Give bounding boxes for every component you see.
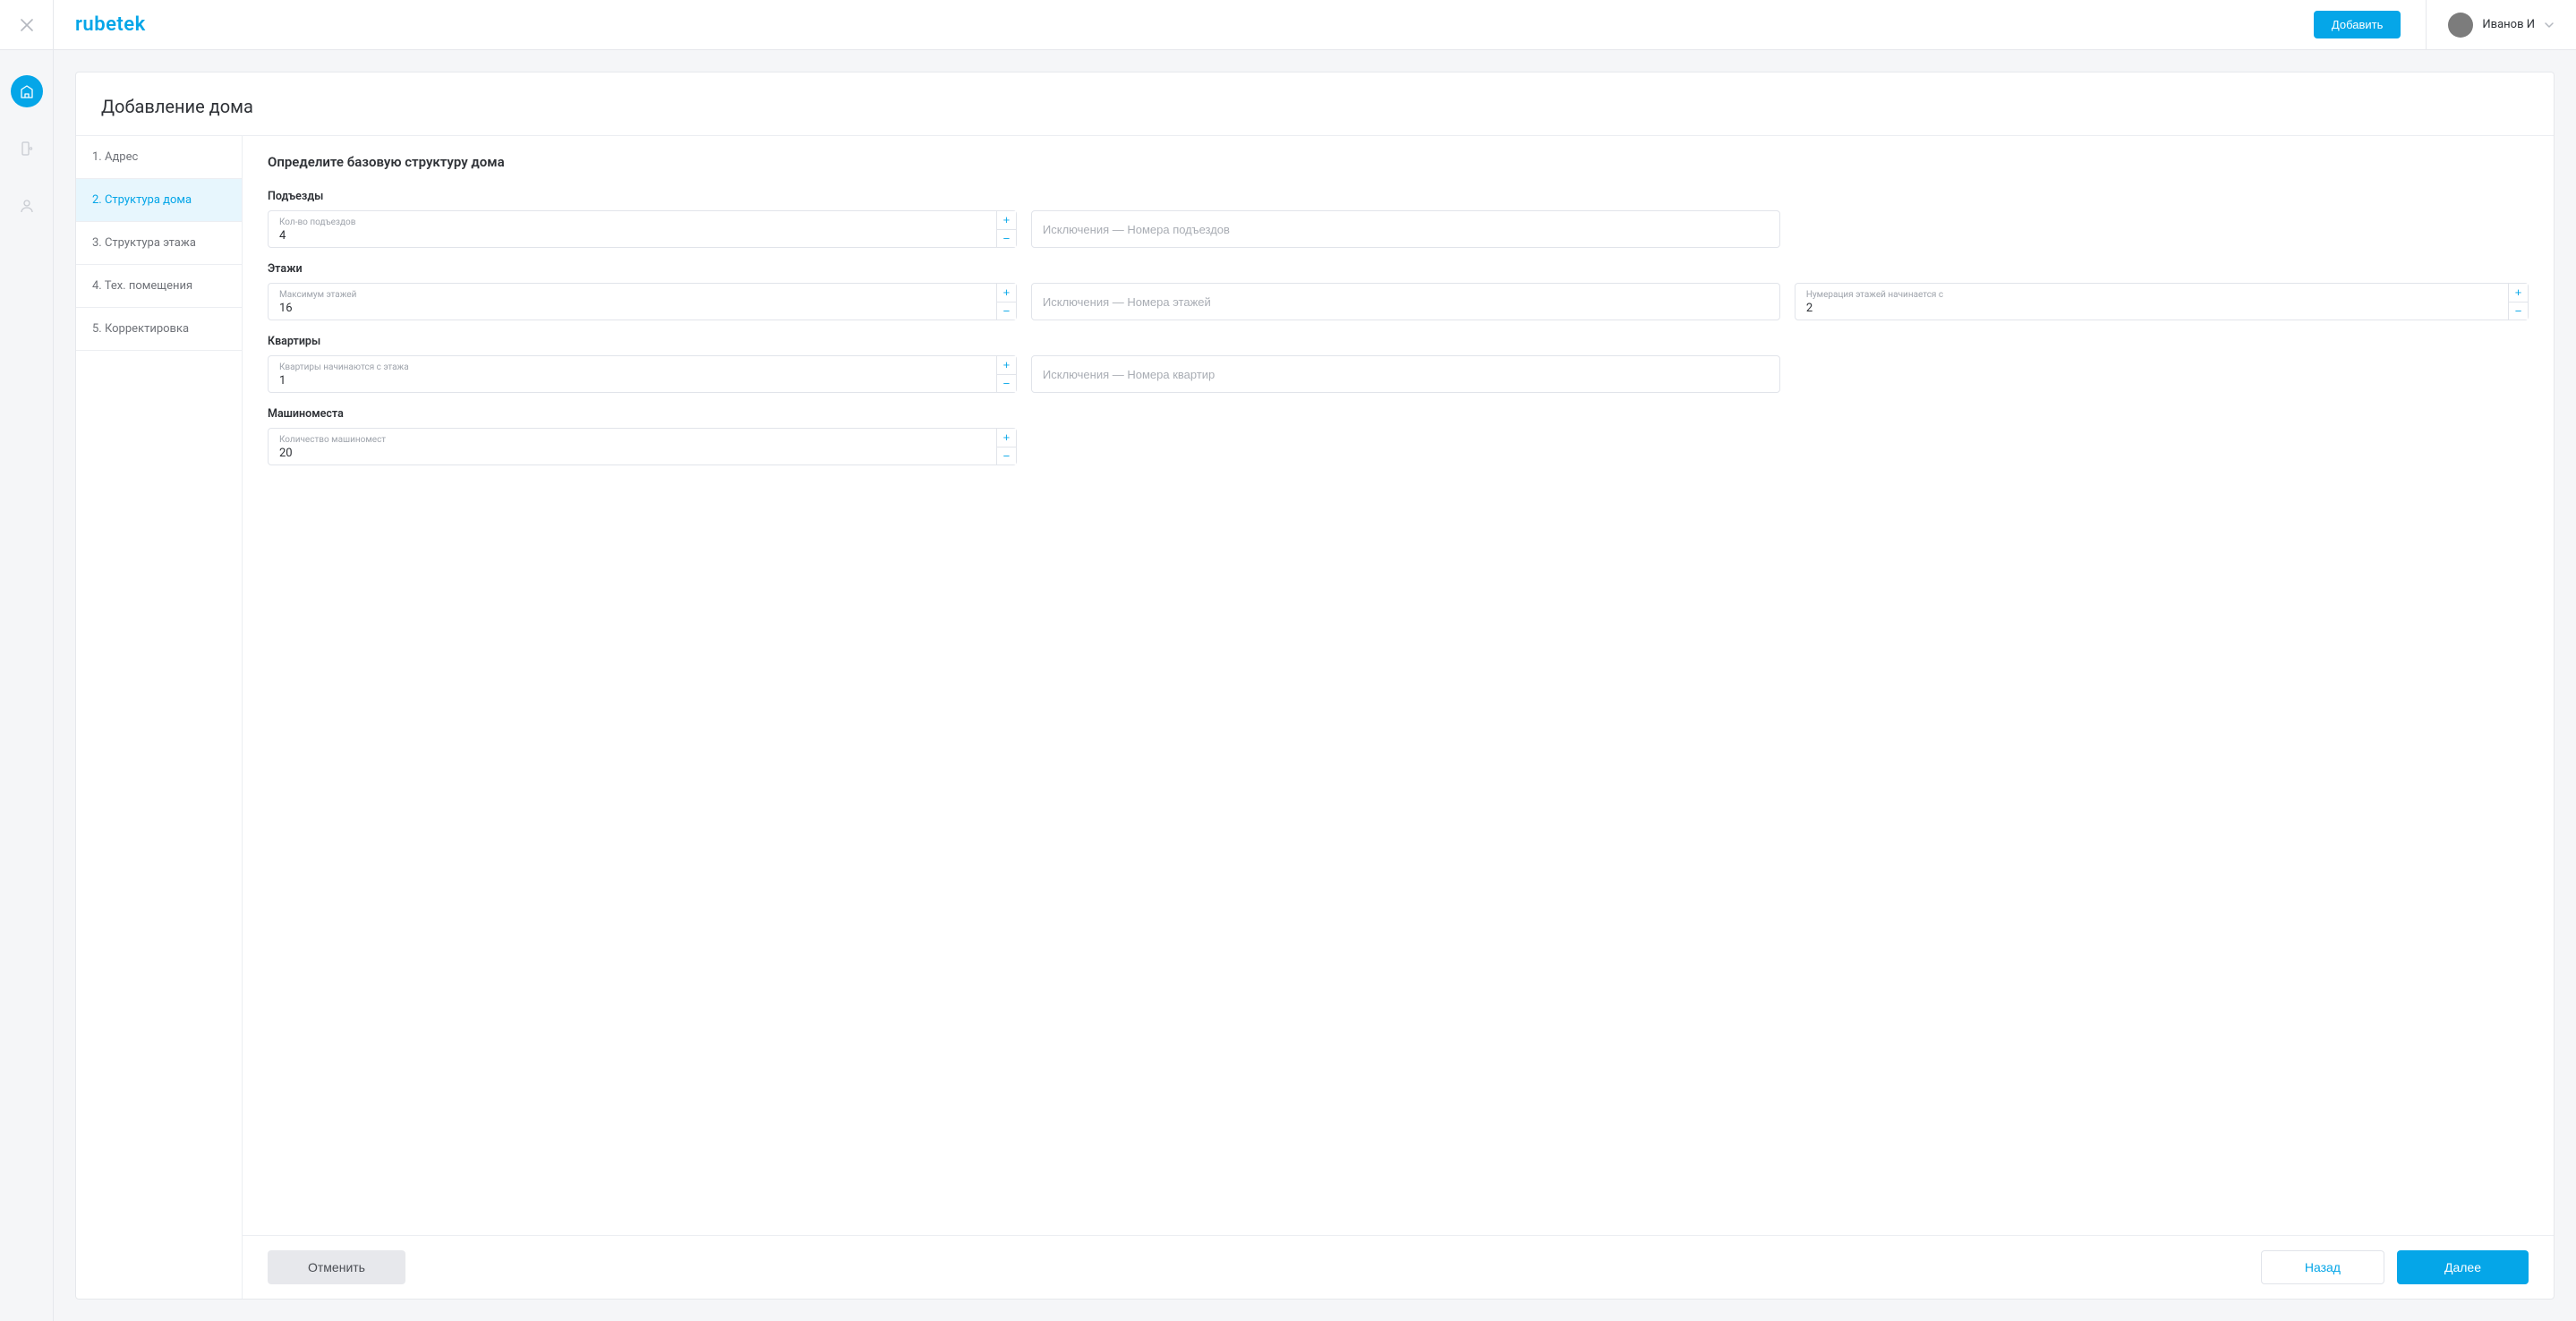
cancel-button[interactable]: Отменить: [268, 1250, 405, 1284]
entrance-count-minus[interactable]: −: [997, 230, 1016, 248]
section-entrances-title: Подъезды: [268, 190, 2529, 203]
apartment-start-value: 1: [279, 374, 993, 388]
wizard-footer: Отменить Назад Далее: [243, 1235, 2554, 1299]
chevron-down-icon: [2544, 20, 2555, 30]
building-icon: [19, 83, 35, 99]
floor-max-minus[interactable]: −: [997, 303, 1016, 320]
step-3-floor-structure[interactable]: 3. Структура этажа: [76, 222, 242, 265]
wizard-card: Добавление дома 1. Адрес 2. Структура до…: [75, 72, 2555, 1300]
floor-max-value: 16: [279, 302, 993, 316]
floor-numbering-stepper[interactable]: Нумерация этажей начинается с 2 + −: [1795, 283, 2529, 320]
apartment-start-stepper[interactable]: Квартиры начинаются с этажа 1 + −: [268, 355, 1017, 393]
nav-item-users[interactable]: [11, 190, 43, 222]
next-button[interactable]: Далее: [2397, 1250, 2529, 1284]
entrance-count-stepper[interactable]: Кол-во подъездов 4 + −: [268, 210, 1017, 248]
floor-max-stepper[interactable]: Максимум этажей 16 + −: [268, 283, 1017, 320]
apartment-start-plus[interactable]: +: [997, 356, 1016, 375]
floor-numbering-plus[interactable]: +: [2509, 284, 2528, 303]
parking-count-plus[interactable]: +: [997, 429, 1016, 447]
apartment-start-label: Квартиры начинаются с этажа: [279, 363, 993, 372]
floor-exclusions-input[interactable]: [1043, 295, 1769, 309]
step-5-correction[interactable]: 5. Корректировка: [76, 308, 242, 351]
parking-count-value: 20: [279, 447, 993, 461]
parking-count-stepper[interactable]: Количество машиномест 20 + −: [268, 428, 1017, 465]
user-name: Иванов И: [2482, 18, 2535, 31]
device-icon: [19, 141, 35, 157]
add-button[interactable]: Добавить: [2314, 11, 2401, 38]
step-4-tech-rooms[interactable]: 4. Тех. помещения: [76, 265, 242, 308]
apartment-start-minus[interactable]: −: [997, 375, 1016, 393]
entrance-count-value: 4: [279, 229, 993, 243]
page-title: Добавление дома: [101, 96, 2529, 117]
floor-numbering-value: 2: [1806, 302, 2504, 316]
floor-numbering-label: Нумерация этажей начинается с: [1806, 291, 2504, 300]
entrance-count-label: Кол-во подъездов: [279, 218, 993, 227]
apartment-exclusions-input[interactable]: [1043, 368, 1769, 381]
section-floors-title: Этажи: [268, 262, 2529, 276]
card-header: Добавление дома: [76, 72, 2554, 136]
user-icon: [19, 198, 35, 214]
close-button[interactable]: [0, 0, 54, 49]
form-heading: Определите базовую структуру дома: [268, 154, 2529, 170]
apartment-exclusions-field[interactable]: [1031, 355, 1780, 393]
section-parking-title: Машиноместа: [268, 407, 2529, 421]
floor-max-label: Максимум этажей: [279, 291, 993, 300]
avatar: [2448, 13, 2473, 38]
section-apartments-title: Квартиры: [268, 335, 2529, 348]
brand-logo: rubetek: [54, 13, 146, 36]
side-nav: [0, 50, 54, 1321]
entrance-exclusions-field[interactable]: [1031, 210, 1780, 248]
user-menu[interactable]: Иванов И: [2426, 0, 2555, 49]
floor-exclusions-field[interactable]: [1031, 283, 1780, 320]
parking-count-minus[interactable]: −: [997, 447, 1016, 465]
entrance-exclusions-input[interactable]: [1043, 223, 1769, 236]
back-button[interactable]: Назад: [2261, 1250, 2384, 1284]
app-header: rubetek Добавить Иванов И: [0, 0, 2576, 50]
close-icon: [21, 19, 33, 31]
wizard-steps: 1. Адрес 2. Структура дома 3. Структура …: [76, 136, 243, 1299]
nav-item-buildings[interactable]: [11, 75, 43, 107]
floor-max-plus[interactable]: +: [997, 284, 1016, 303]
nav-item-devices[interactable]: [11, 132, 43, 165]
floor-numbering-minus[interactable]: −: [2509, 303, 2528, 320]
entrance-count-plus[interactable]: +: [997, 211, 1016, 230]
step-2-structure[interactable]: 2. Структура дома: [76, 179, 242, 222]
parking-count-label: Количество машиномест: [279, 436, 993, 445]
form-area: Определите базовую структуру дома Подъез…: [243, 136, 2554, 1299]
step-1-address[interactable]: 1. Адрес: [76, 136, 242, 179]
main-area: Добавление дома 1. Адрес 2. Структура до…: [54, 50, 2576, 1321]
